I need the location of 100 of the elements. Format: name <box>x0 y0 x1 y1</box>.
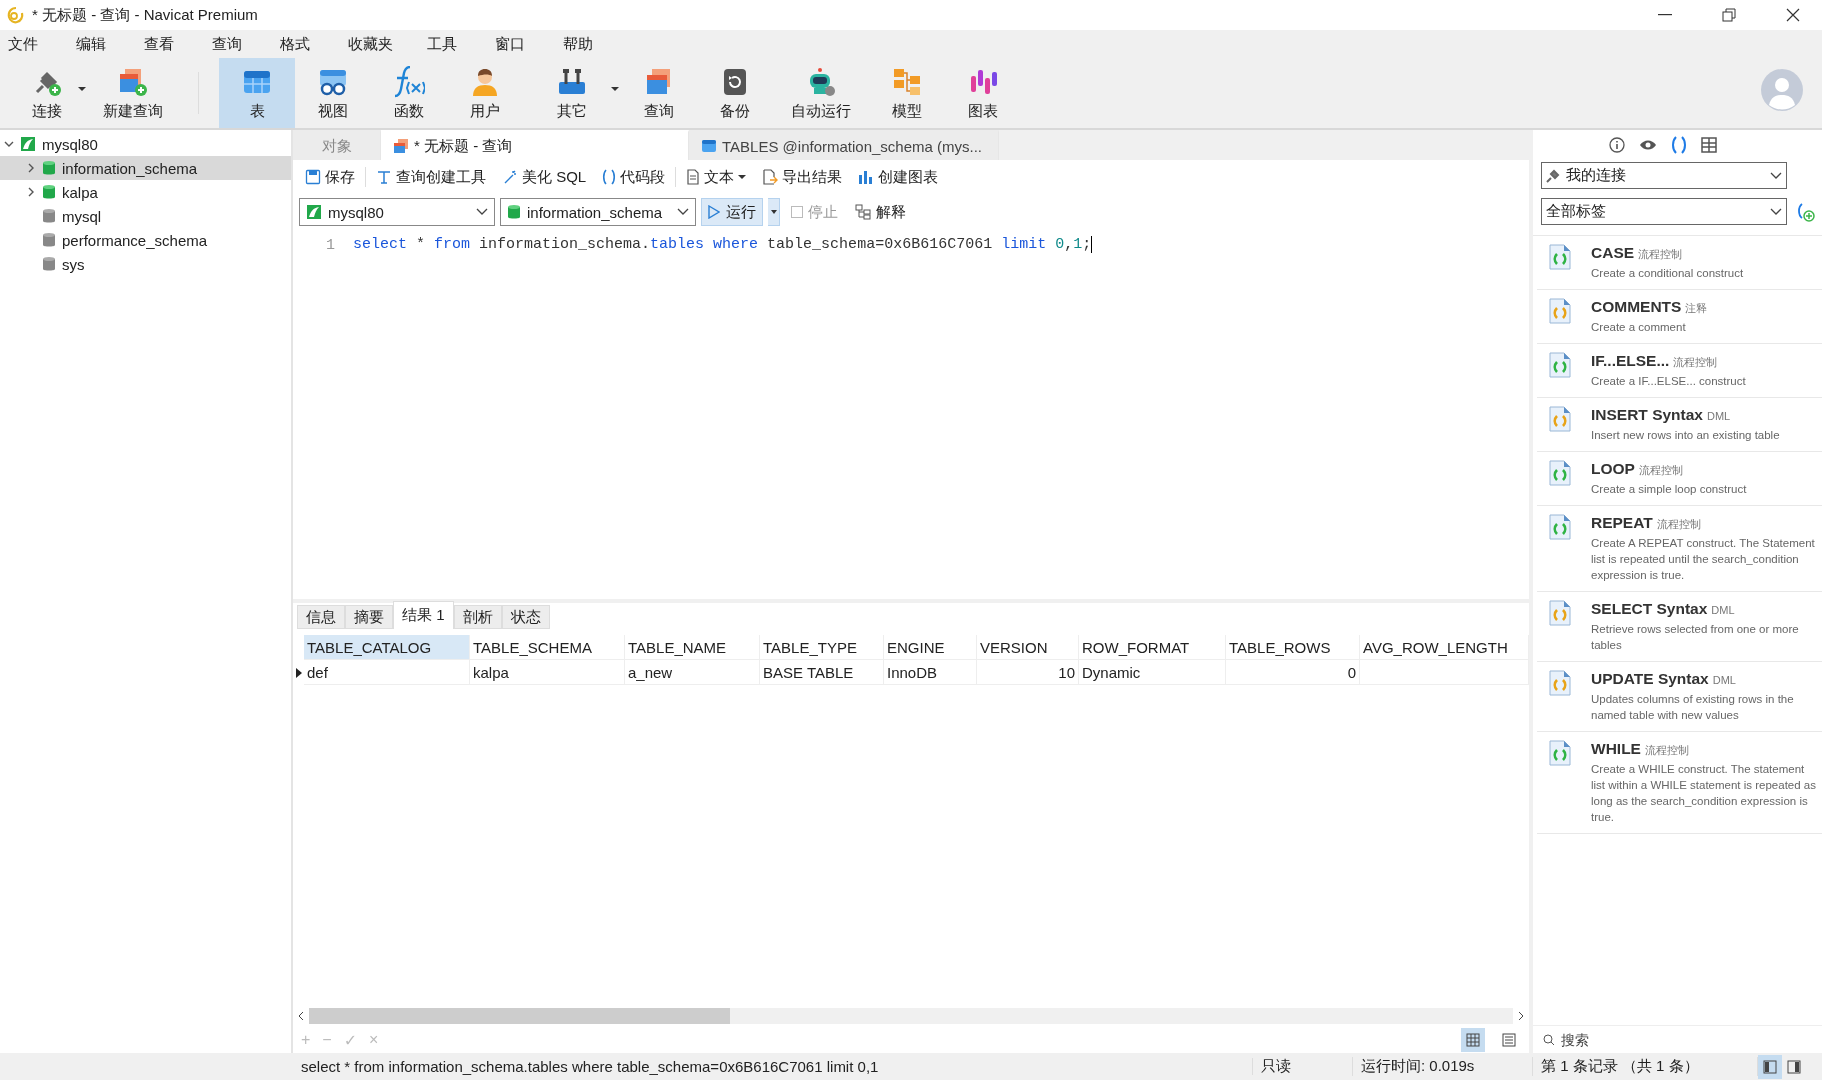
view-toggle-button[interactable] <box>1461 1028 1485 1052</box>
tag-select[interactable]: 全部标签 <box>1541 198 1787 225</box>
toolbar-button[interactable]: 其它 <box>523 58 621 128</box>
snippet-description: Create a IF...ELSE... construct <box>1591 374 1746 389</box>
snippet-description: Updates columns of existing rows in the named table with new values <box>1591 692 1795 723</box>
tree-item-label: information_schema <box>62 159 198 177</box>
panel-tab-button[interactable] <box>1670 136 1687 154</box>
connection-select[interactable]: 我的连接 <box>1541 162 1787 189</box>
snippet-item[interactable]: REPEAT 流程控制 Create A REPEAT construct. The Statement list is repeated until the search_condition expression is true. <box>1537 506 1822 592</box>
toolbar-button[interactable]: 图表 <box>945 58 1021 128</box>
toolbar-button[interactable]: 函数 <box>371 58 447 128</box>
toolbar-button[interactable]: 创建图表 <box>852 165 945 189</box>
connection-select[interactable]: mysql80 <box>299 198 495 226</box>
tree-item-label: kalpa <box>62 183 98 201</box>
menu-item[interactable]: 帮助 <box>563 34 613 54</box>
menu-item[interactable]: 文件 <box>8 34 58 54</box>
snippet-item[interactable]: LOOP 流程控制 Create a simple loop construct <box>1537 452 1822 506</box>
menu-item[interactable]: 查询 <box>212 34 262 54</box>
add-snippet-icon[interactable] <box>1795 201 1815 222</box>
tab[interactable]: 结果 1 <box>393 601 454 629</box>
column-header[interactable]: AVG_ROW_LENGTH <box>1360 635 1529 660</box>
column-header[interactable]: ENGINE <box>884 635 977 660</box>
menu-item[interactable]: 编辑 <box>76 34 126 54</box>
tab[interactable]: 剖析 <box>453 605 502 629</box>
toolbar-button[interactable]: 视图 <box>295 58 371 128</box>
database-select[interactable]: information_schema <box>500 198 696 226</box>
snippet-item[interactable]: SELECT Syntax DML Retrieve rows selected from one or more tables <box>1537 592 1822 662</box>
menu-item[interactable]: 查看 <box>144 34 194 54</box>
scroll-right-icon[interactable] <box>1517 1011 1525 1021</box>
search-field[interactable]: 搜索 <box>1559 1030 1779 1049</box>
toolbar-button[interactable]: 模型 <box>869 58 945 128</box>
caret-icon[interactable] <box>78 86 86 92</box>
chevron-right-icon[interactable] <box>26 163 36 173</box>
caret-button[interactable] <box>768 198 780 226</box>
snippet-item[interactable]: COMMENTS 注释 Create a comment <box>1537 290 1822 344</box>
toolbar-button[interactable]: 自动运行 <box>773 58 869 128</box>
document-icon <box>686 169 701 185</box>
menu-item[interactable]: 工具 <box>427 34 477 54</box>
menu-item[interactable]: 窗口 <box>495 34 545 54</box>
bar-chart-icon <box>858 169 875 185</box>
tree-item[interactable]: kalpa <box>0 180 291 204</box>
tree-item[interactable]: information_schema <box>0 156 291 180</box>
toolbar-button[interactable]: 查询 <box>621 58 697 128</box>
column-header[interactable]: VERSION <box>977 635 1079 660</box>
column-header[interactable]: TABLE_SCHEMA <box>470 635 625 660</box>
column-header[interactable]: TABLE_TYPE <box>760 635 884 660</box>
tab[interactable]: TABLES @information_schema (mys... <box>689 130 999 160</box>
toolbar-button[interactable]: 表 <box>219 58 295 128</box>
toolbar-button[interactable]: 导出结果 <box>756 165 849 189</box>
toolbar-button[interactable]: 新建查询 <box>88 58 178 128</box>
column-header[interactable]: ROW_FORMAT <box>1079 635 1226 660</box>
column-header[interactable]: TABLE_NAME <box>625 635 760 660</box>
status-sql: select * from information_schema.tables where table_schema=0x6B616C7061 limit 0,1 <box>0 1058 1253 1075</box>
panel-right-icon <box>1787 1059 1801 1074</box>
tree-item[interactable]: performance_schema <box>0 228 291 252</box>
snippet-item[interactable]: UPDATE Syntax DML Updates columns of existing rows in the named table with new values <box>1537 662 1822 732</box>
stop-icon <box>791 206 803 218</box>
panel-tab-button[interactable] <box>1608 137 1625 153</box>
toolbar-button[interactable]: 代码段 <box>596 165 672 189</box>
menu-item[interactable]: 收藏夹 <box>348 34 413 54</box>
tab[interactable]: 状态 <box>501 605 550 629</box>
panel-tab-button[interactable] <box>1700 137 1717 153</box>
explain-button[interactable]: 解释 <box>849 202 912 222</box>
play-icon <box>708 205 720 219</box>
caret-icon[interactable] <box>611 86 619 92</box>
snippet-item[interactable]: CASE 流程控制 Create a conditional construct <box>1537 236 1822 290</box>
menu-item[interactable]: 格式 <box>280 34 330 54</box>
tab[interactable]: 摘要 <box>345 605 393 629</box>
toolbar-button[interactable]: 备份 <box>697 58 773 128</box>
toolbar-button[interactable]: 用户 <box>447 58 523 128</box>
toolbar-button[interactable]: 文本 <box>680 165 753 189</box>
scroll-left-icon[interactable] <box>297 1011 305 1021</box>
tree-item[interactable]: mysql <box>0 204 291 228</box>
snippet-item[interactable]: IF...ELSE... 流程控制 Create a IF...ELSE... construct <box>1537 344 1822 398</box>
chevron-down-icon[interactable] <box>4 139 14 149</box>
caret-icon[interactable] <box>738 174 747 180</box>
snippet-icon <box>1549 600 1571 626</box>
scrollbar-thumb[interactable] <box>309 1008 731 1024</box>
table-cell: 0 <box>1226 660 1360 685</box>
panel-left-icon <box>1763 1059 1777 1074</box>
snippet-title: IF...ELSE... <box>1591 352 1670 370</box>
snippet-item[interactable]: WHILE 流程控制 Create a WHILE construct. The statement list within a WHILE statement is repeated as long as the search_condition expression is true. <box>1537 732 1822 834</box>
column-header[interactable]: TABLE_ROWS <box>1226 635 1360 660</box>
panel-toggle-button[interactable] <box>1758 1054 1782 1079</box>
tree-item[interactable]: mysql80 <box>0 132 291 156</box>
toolbar-button[interactable]: 查询创建工具 <box>370 165 492 189</box>
toolbar-button[interactable]: 保存 <box>299 165 361 189</box>
toolbar-button[interactable]: 美化 SQL <box>496 165 593 189</box>
column-header[interactable]: TABLE_CATALOG <box>304 635 470 660</box>
tab[interactable]: * 无标题 - 查询 <box>381 130 689 160</box>
snippet-tag: 流程控制 <box>1656 517 1701 532</box>
snippet-title: REPEAT <box>1591 514 1653 532</box>
chevron-right-icon[interactable] <box>26 187 36 197</box>
run-button[interactable]: 运行 <box>701 198 763 226</box>
snippet-item[interactable]: INSERT Syntax DML Insert new rows into an existing table <box>1537 398 1822 452</box>
table-cell: kalpa <box>470 660 625 685</box>
form-view-icon <box>1502 1033 1516 1047</box>
toolbar-button[interactable]: 连接 <box>6 58 88 128</box>
tree-item[interactable]: sys <box>0 252 291 276</box>
tab[interactable]: 信息 <box>297 605 345 629</box>
